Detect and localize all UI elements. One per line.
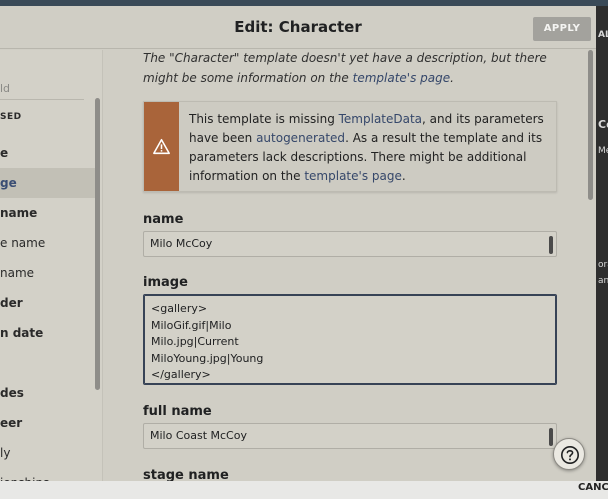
field-label-full-name: full name <box>143 404 212 419</box>
intro-text: The "Character" template doesn't yet hav… <box>143 51 547 85</box>
background-label: Co <box>598 118 608 131</box>
resize-handle[interactable] <box>549 236 553 254</box>
background-label: AL I <box>598 30 608 40</box>
parameter-sidebar: ld SED e ge name e name name der n date … <box>0 50 103 481</box>
warning-text: This template is missing TemplateData, a… <box>189 110 551 186</box>
sidebar-item[interactable]: ly <box>0 438 95 468</box>
sidebar-item[interactable]: e name <box>0 228 95 258</box>
warning-accent-bar <box>144 102 179 191</box>
sidebar-scrollbar[interactable] <box>95 98 100 390</box>
image-field-line: <gallery> <box>151 302 208 315</box>
background-label: ani <box>598 276 608 286</box>
name-field[interactable]: Milo McCoy <box>143 231 557 257</box>
template-page-link[interactable]: template's page <box>353 71 451 85</box>
sidebar-item[interactable]: der <box>0 288 95 318</box>
image-field-line: </gallery> <box>151 368 211 381</box>
sidebar-item[interactable] <box>0 348 95 378</box>
sidebar-item-image[interactable]: ge <box>0 168 95 198</box>
parameter-editor: The "Character" template doesn't yet hav… <box>104 50 596 481</box>
resize-handle[interactable] <box>549 428 553 446</box>
background-right-panel: AL I Co Me ora ani <box>596 6 608 499</box>
sidebar-heading: SED <box>0 112 22 122</box>
template-description: The "Character" template doesn't yet hav… <box>143 50 573 88</box>
image-field-line: Milo.jpg|Current <box>151 335 239 348</box>
help-button[interactable] <box>553 438 585 470</box>
warning-message: This template is missing TemplateData, a… <box>143 101 557 192</box>
background-footer <box>0 481 608 499</box>
warning-text-part: This template is missing <box>189 112 339 126</box>
field-label-image: image <box>143 275 188 290</box>
sidebar-item[interactable]: name <box>0 258 95 288</box>
background-label: ora <box>598 260 608 270</box>
background-cancel-button[interactable]: CANCE <box>578 482 608 493</box>
warning-text-part: . <box>401 169 406 183</box>
question-icon <box>561 446 579 464</box>
image-field-line: MiloGif.gif|Milo <box>151 318 232 332</box>
autogenerated-link[interactable]: autogenerated <box>256 131 345 145</box>
sidebar-item[interactable]: des <box>0 378 95 408</box>
sidebar-item[interactable]: name <box>0 198 95 228</box>
warning-triangle-icon <box>153 138 170 155</box>
sidebar-item[interactable]: e <box>0 138 95 168</box>
template-page-link[interactable]: template's page <box>304 169 402 183</box>
field-label-name: name <box>143 212 184 227</box>
sidebar-item[interactable]: ionships <box>0 468 95 481</box>
parameter-filter-input[interactable]: ld <box>0 78 84 100</box>
intro-text: . <box>450 71 454 85</box>
full-name-field-value: Milo Coast McCoy <box>150 429 247 442</box>
image-field[interactable]: <gallery> MiloGif.gif|Milo Milo.jpg|Curr… <box>143 294 557 385</box>
dialog-title: Edit: Character <box>234 18 362 36</box>
image-field-line: MiloYoung.jpg|Young <box>151 351 264 365</box>
name-field-value: Milo McCoy <box>150 237 213 250</box>
full-name-field[interactable]: Milo Coast McCoy <box>143 423 557 449</box>
edit-template-dialog: Edit: Character APPLY ld SED e ge name e… <box>0 6 596 481</box>
main-scrollbar[interactable] <box>588 50 593 200</box>
dialog-titlebar: Edit: Character APPLY <box>0 6 596 49</box>
templatedata-link[interactable]: TemplateData <box>339 112 422 126</box>
sidebar-item[interactable]: n date <box>0 318 95 348</box>
sidebar-item[interactable]: eer <box>0 408 95 438</box>
apply-button[interactable]: APPLY <box>533 17 591 41</box>
field-label-stage-name: stage name <box>143 468 229 481</box>
background-label: Me <box>598 146 608 156</box>
